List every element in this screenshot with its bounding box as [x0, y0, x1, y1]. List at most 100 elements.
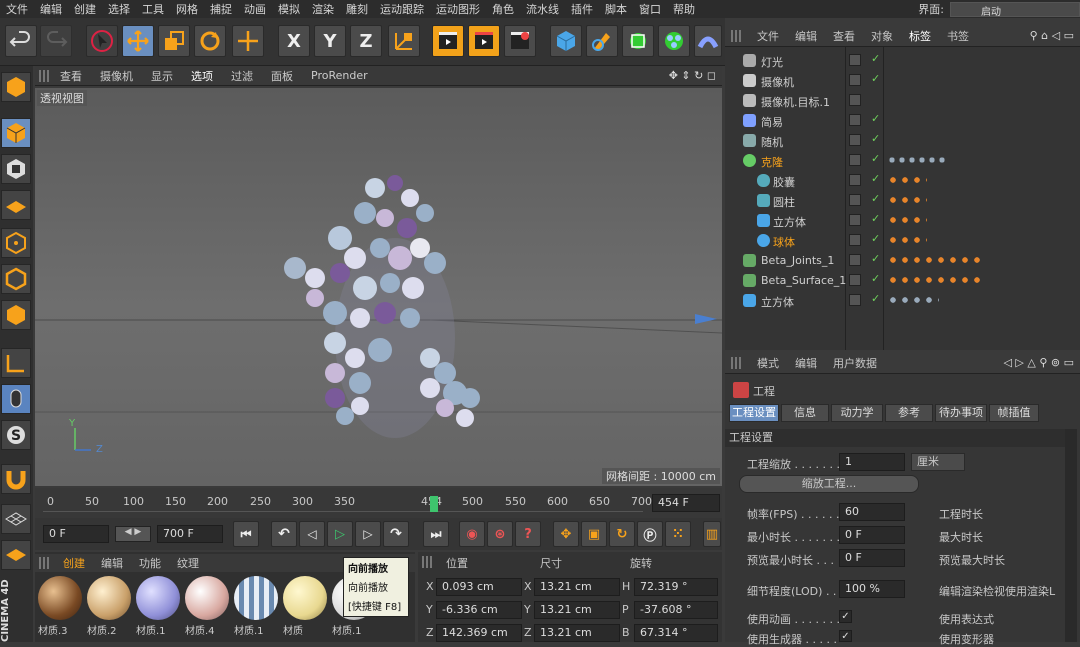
menu-help[interactable]: 帮助: [667, 1, 701, 17]
tag-icons[interactable]: [887, 293, 939, 307]
menu-file[interactable]: 文件: [0, 1, 34, 17]
viewport-3d[interactable]: 透视视图 Y Z 网格间距: 10000 cm: [35, 88, 722, 486]
enabled-check-icon[interactable]: ✓: [871, 152, 880, 165]
points-mode-icon[interactable]: [1, 228, 31, 258]
key-scale-icon[interactable]: ▣: [581, 521, 607, 547]
menu-plugins[interactable]: 插件: [565, 1, 599, 17]
snap-icon[interactable]: S: [1, 420, 31, 450]
pos-y-field[interactable]: -6.336 cm: [436, 601, 522, 619]
menu-render[interactable]: 渲染: [306, 1, 340, 17]
menu-character[interactable]: 角色: [486, 1, 520, 17]
tab-reference[interactable]: 参考: [885, 404, 933, 422]
fps-field[interactable]: 60: [839, 503, 905, 521]
playhead[interactable]: [430, 496, 438, 512]
material-menu-create[interactable]: 创建: [55, 555, 93, 571]
preview-min-field[interactable]: 0 F: [839, 549, 905, 567]
menu-simulate[interactable]: 模拟: [272, 1, 306, 17]
material-swatch-1[interactable]: 材质.3: [38, 576, 82, 637]
current-frame-field[interactable]: 454 F: [652, 494, 720, 512]
material-swatch-2[interactable]: 材质.2: [87, 576, 131, 637]
enabled-check-icon[interactable]: ✓: [871, 272, 880, 285]
tag-icons[interactable]: [887, 253, 983, 267]
model-mode-icon[interactable]: [1, 72, 31, 102]
scheme-icon[interactable]: ▥: [703, 521, 721, 547]
layout-select[interactable]: 启动: [950, 1, 1080, 18]
texture-mode-icon[interactable]: [1, 154, 31, 184]
render-settings-icon[interactable]: [504, 25, 536, 57]
key-position-icon[interactable]: ✥: [553, 521, 579, 547]
previous-frame-icon[interactable]: ◁: [299, 521, 325, 547]
workplane-icon[interactable]: [1, 190, 31, 220]
select-arrow-icon[interactable]: [86, 25, 118, 57]
pos-x-field[interactable]: 0.093 cm: [436, 578, 522, 596]
x-axis-toggle[interactable]: X: [278, 25, 310, 57]
enabled-check-icon[interactable]: ✓: [871, 252, 880, 265]
unit-select[interactable]: 厘米: [911, 453, 965, 471]
menu-sculpt[interactable]: 雕刻: [340, 1, 374, 17]
menu-motion-tracking[interactable]: 运动跟踪: [374, 1, 430, 17]
render-view-icon[interactable]: [432, 25, 464, 57]
axis-mode-icon[interactable]: [1, 348, 31, 378]
tag-icons[interactable]: [887, 193, 927, 207]
enabled-check-icon[interactable]: ✓: [871, 172, 880, 185]
object-row[interactable]: 灯光 ✓: [725, 51, 1080, 71]
go-to-start-icon[interactable]: ⏮: [233, 521, 259, 547]
transform-icon[interactable]: [232, 25, 264, 57]
key-parameter-icon[interactable]: Ⓟ: [637, 521, 663, 547]
cube-icon[interactable]: [550, 25, 582, 57]
viewport-menu-panel[interactable]: 面板: [262, 68, 302, 84]
viewport-menu-camera[interactable]: 摄像机: [91, 68, 142, 84]
menu-tools[interactable]: 工具: [136, 1, 170, 17]
visibility-icon[interactable]: [849, 154, 861, 166]
visibility-icon[interactable]: [849, 74, 861, 86]
visibility-icon[interactable]: [849, 254, 861, 266]
render-picture-viewer-icon[interactable]: [468, 25, 500, 57]
material-swatch-4[interactable]: 材质.4: [185, 576, 229, 637]
end-frame-field[interactable]: 700 F: [157, 525, 223, 543]
tab-dynamics[interactable]: 动力学: [831, 404, 883, 422]
menu-mesh[interactable]: 网格: [170, 1, 204, 17]
enabled-check-icon[interactable]: ✓: [871, 72, 880, 85]
object-row[interactable]: 摄像机.目标.1: [725, 91, 1080, 111]
range-stepper[interactable]: ◀ ▶: [115, 526, 151, 542]
object-row[interactable]: 简易 ✓: [725, 111, 1080, 131]
tweak-mode-icon[interactable]: [1, 384, 31, 414]
enabled-check-icon[interactable]: ✓: [871, 132, 880, 145]
menu-edit[interactable]: 编辑: [34, 1, 68, 17]
material-swatch-5[interactable]: 材质.1: [234, 576, 278, 637]
enabled-check-icon[interactable]: ✓: [871, 52, 880, 65]
visibility-icon[interactable]: [849, 114, 861, 126]
enabled-check-icon[interactable]: ✓: [871, 192, 880, 205]
tab-project-settings[interactable]: 工程设置: [729, 404, 779, 422]
pos-z-field[interactable]: 142.369 cm: [436, 624, 522, 642]
object-menu-edit[interactable]: 编辑: [787, 28, 825, 44]
record-key-icon[interactable]: ◉: [459, 521, 485, 547]
visibility-icon[interactable]: [849, 54, 861, 66]
menu-animate[interactable]: 动画: [238, 1, 272, 17]
visibility-icon[interactable]: [849, 294, 861, 306]
object-row[interactable]: 随机 ✓: [725, 131, 1080, 151]
coordinate-system-icon[interactable]: [388, 25, 420, 57]
object-row[interactable]: 摄像机 ✓: [725, 71, 1080, 91]
cloner-icon[interactable]: [658, 25, 690, 57]
tab-frame-interpolation[interactable]: 帧插值: [989, 404, 1039, 422]
polygons-mode-icon[interactable]: [1, 300, 31, 330]
key-rotation-icon[interactable]: ↻: [609, 521, 635, 547]
pen-icon[interactable]: [586, 25, 618, 57]
menu-pipeline[interactable]: 流水线: [520, 1, 565, 17]
menu-window[interactable]: 窗口: [633, 1, 667, 17]
object-menu-file[interactable]: 文件: [749, 28, 787, 44]
scale-icon[interactable]: [158, 25, 190, 57]
tag-icons[interactable]: [887, 173, 927, 187]
visibility-icon[interactable]: [849, 134, 861, 146]
go-to-end-icon[interactable]: ⏭: [423, 521, 449, 547]
menu-create[interactable]: 创建: [68, 1, 102, 17]
viewport-menu-filter[interactable]: 过滤: [222, 68, 262, 84]
tag-icons[interactable]: [887, 153, 947, 167]
scale-field[interactable]: 1: [839, 453, 905, 471]
rot-p-field[interactable]: -37.608 °: [634, 601, 718, 619]
next-key-icon[interactable]: ↷: [383, 521, 409, 547]
material-swatch-3[interactable]: 材质.1: [136, 576, 180, 637]
deformer-icon[interactable]: [694, 25, 722, 57]
tag-icons[interactable]: [887, 273, 983, 287]
